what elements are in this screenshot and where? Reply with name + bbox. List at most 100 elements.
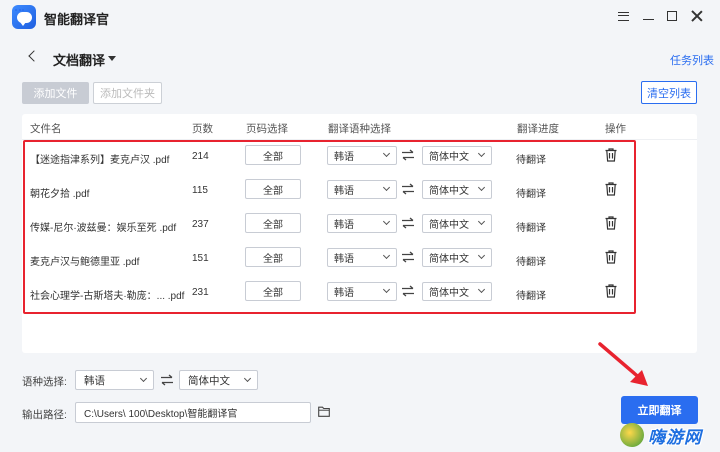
caret-down-icon[interactable] <box>108 56 116 61</box>
page-title[interactable]: 文档翻译 <box>53 50 105 69</box>
swap-arrows-icon[interactable] <box>401 217 415 229</box>
target-lang-value: 简体中文 <box>188 374 230 387</box>
target-lang-select[interactable]: 简体中文 <box>422 214 492 233</box>
maximize-icon[interactable] <box>664 8 680 24</box>
target-lang-value: 简体中文 <box>429 152 469 163</box>
status-text: 待翻译 <box>516 223 546 234</box>
source-lang-value: 韩语 <box>334 220 354 231</box>
trash-icon[interactable] <box>605 182 617 196</box>
target-lang-select[interactable]: 简体中文 <box>422 248 492 267</box>
table-row: 传媒-尼尔·波兹曼：娱乐至死 .pdf 237 全部 韩语 简体中文 待翻译 <box>22 208 635 242</box>
page-range-button[interactable]: 全部 <box>245 247 301 267</box>
trash-icon[interactable] <box>605 148 617 162</box>
source-lang-value: 韩语 <box>334 152 354 163</box>
table-row: 麦克卢汉与鲍德里亚 .pdf 151 全部 韩语 简体中文 待翻译 <box>22 242 635 276</box>
swap-arrows-icon[interactable] <box>401 149 415 161</box>
page-count: 115 <box>192 185 208 196</box>
header-pages: 页数 <box>192 123 213 135</box>
add-folder-button[interactable]: 添加文件夹 <box>93 82 162 104</box>
chevron-down-icon <box>382 149 391 158</box>
output-path-input[interactable]: C:\Users\ 100\Desktop\智能翻译官 <box>75 402 311 423</box>
chevron-down-icon <box>477 251 486 260</box>
page-range-button[interactable]: 全部 <box>245 145 301 165</box>
red-arrow-icon <box>596 340 652 390</box>
back-chevron-icon[interactable] <box>28 50 40 62</box>
app-title: 智能翻译官 <box>44 12 110 27</box>
chevron-down-icon <box>243 374 252 383</box>
page-count: 237 <box>192 219 209 230</box>
source-lang-value: 韩语 <box>334 254 354 265</box>
target-lang-value: 简体中文 <box>429 220 469 231</box>
chevron-down-icon <box>382 183 391 192</box>
target-lang-select[interactable]: 简体中文 <box>422 282 492 301</box>
source-lang-select[interactable]: 韩语 <box>327 180 397 199</box>
trash-icon[interactable] <box>605 216 617 230</box>
page-count: 151 <box>192 253 209 264</box>
chevron-down-icon <box>477 285 486 294</box>
page-count: 231 <box>192 287 209 298</box>
close-icon[interactable] <box>689 8 705 24</box>
lang-label: 语种选择: <box>22 376 67 388</box>
swap-arrows-icon[interactable] <box>401 285 415 297</box>
target-lang-select[interactable]: 简体中文 <box>179 370 258 390</box>
table-row: 【迷途指津系列】麦克卢汉 .pdf 214 全部 韩语 简体中文 待翻译 <box>22 140 635 174</box>
target-lang-value: 简体中文 <box>429 254 469 265</box>
header-lang: 翻译语种选择 <box>328 123 391 135</box>
trash-icon[interactable] <box>605 284 617 298</box>
source-lang-select[interactable]: 韩语 <box>327 214 397 233</box>
menu-icon[interactable] <box>615 8 631 24</box>
path-label: 输出路径: <box>22 409 67 421</box>
status-text: 待翻译 <box>516 189 546 200</box>
folder-icon[interactable] <box>318 406 330 417</box>
chevron-down-icon <box>382 285 391 294</box>
add-file-button[interactable]: 添加文件 <box>22 82 89 104</box>
chevron-down-icon <box>382 251 391 260</box>
page-range-button[interactable]: 全部 <box>245 281 301 301</box>
watermark: 嗨游网 <box>620 420 720 450</box>
header-range: 页码选择 <box>246 123 288 135</box>
source-lang-value: 韩语 <box>84 374 105 387</box>
swap-arrows-icon[interactable] <box>160 374 174 386</box>
chevron-down-icon <box>139 374 148 383</box>
file-name: 【迷途指津系列】麦克卢汉 .pdf <box>30 155 170 166</box>
source-lang-select[interactable]: 韩语 <box>327 282 397 301</box>
file-name: 麦克卢汉与鲍德里亚 .pdf <box>30 257 140 268</box>
target-lang-value: 简体中文 <box>429 186 469 197</box>
source-lang-select[interactable]: 韩语 <box>327 248 397 267</box>
header-name: 文件名 <box>30 123 62 135</box>
table-row: 朝花夕拾 .pdf 115 全部 韩语 简体中文 待翻译 <box>22 174 635 208</box>
minimize-icon[interactable] <box>640 8 656 24</box>
target-lang-value: 简体中文 <box>429 288 469 299</box>
app-logo-icon <box>12 5 36 29</box>
target-lang-select[interactable]: 简体中文 <box>422 146 492 165</box>
header-ops: 操作 <box>605 123 626 135</box>
source-lang-select[interactable]: 韩语 <box>327 146 397 165</box>
page-range-button[interactable]: 全部 <box>245 179 301 199</box>
chevron-down-icon <box>477 149 486 158</box>
title-bar: 智能翻译官 <box>0 0 720 34</box>
page-range-button[interactable]: 全部 <box>245 213 301 233</box>
task-list-link[interactable]: 任务列表 <box>670 52 714 68</box>
swap-arrows-icon[interactable] <box>401 183 415 195</box>
header-progress: 翻译进度 <box>517 123 559 135</box>
status-text: 待翻译 <box>516 155 546 166</box>
source-lang-value: 韩语 <box>334 288 354 299</box>
file-name: 朝花夕拾 .pdf <box>30 189 90 200</box>
page-count: 214 <box>192 151 209 162</box>
source-lang-value: 韩语 <box>334 186 354 197</box>
table-row: 社会心理学-古斯塔夫·勒庞：... .pdf 231 全部 韩语 简体中文 待翻译 <box>22 276 635 310</box>
file-name: 传媒-尼尔·波兹曼：娱乐至死 .pdf <box>30 223 177 234</box>
source-lang-select[interactable]: 韩语 <box>75 370 154 390</box>
trash-icon[interactable] <box>605 250 617 264</box>
clear-list-button[interactable]: 清空列表 <box>641 81 697 104</box>
chevron-down-icon <box>382 217 391 226</box>
status-text: 待翻译 <box>516 257 546 268</box>
chevron-down-icon <box>477 183 486 192</box>
status-text: 待翻译 <box>516 291 546 302</box>
chevron-down-icon <box>477 217 486 226</box>
swap-arrows-icon[interactable] <box>401 251 415 263</box>
watermark-text: 嗨游网 <box>648 427 702 447</box>
table-header: 文件名 页数 页码选择 翻译语种选择 翻译进度 操作 <box>22 114 697 140</box>
watermark-logo-icon <box>620 423 644 447</box>
target-lang-select[interactable]: 简体中文 <box>422 180 492 199</box>
